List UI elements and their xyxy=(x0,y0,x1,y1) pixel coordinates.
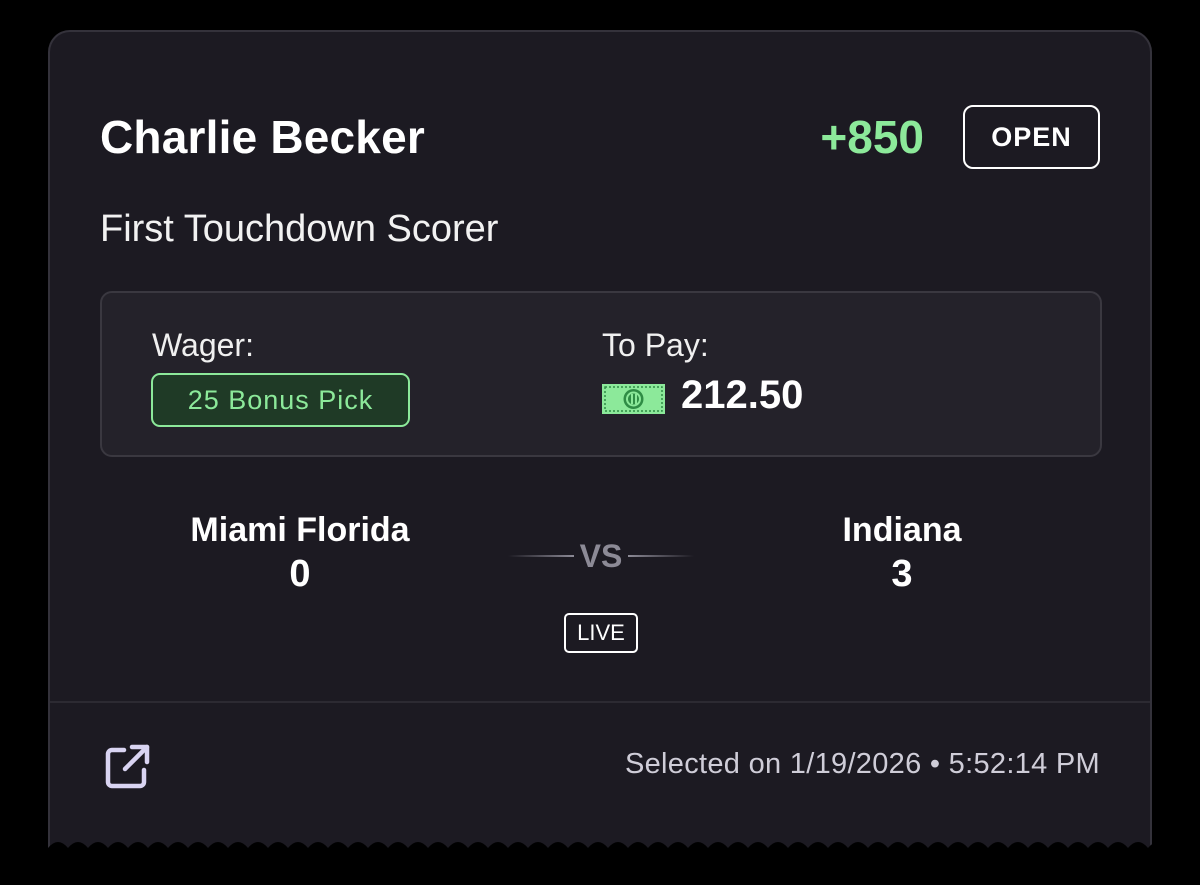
ticket-torn-edge xyxy=(48,842,1158,866)
home-team-name: Miami Florida xyxy=(190,511,410,549)
odds-value: +850 xyxy=(820,111,924,163)
selected-timestamp: Selected on 1/19/2026 • 5:52:14 PM xyxy=(624,748,1100,780)
market-title: First Touchdown Scorer xyxy=(100,208,499,250)
away-team-name: Indiana xyxy=(842,511,962,549)
footer-divider xyxy=(50,701,1150,703)
status-badge[interactable]: OPEN xyxy=(963,105,1100,169)
wager-value-badge: 25 Bonus Pick xyxy=(151,373,410,427)
bet-card[interactable]: Charlie Becker +850 OPEN First Touchdown… xyxy=(48,30,1152,860)
player-name: Charlie Becker xyxy=(100,111,425,163)
live-badge: LIVE xyxy=(564,613,638,653)
away-team-score: 3 xyxy=(891,553,913,595)
home-team: Miami Florida 0 xyxy=(140,510,460,598)
wager-label: Wager: xyxy=(152,327,254,363)
away-team: Indiana 3 xyxy=(742,510,1062,598)
to-pay-amount: 212.50 xyxy=(681,373,804,417)
versus-divider: VS xyxy=(508,536,694,576)
vs-label: VS xyxy=(579,538,623,574)
wager-summary: Wager: 25 Bonus Pick To Pay: 212.50 xyxy=(100,291,1102,457)
home-team-score: 0 xyxy=(289,553,311,595)
cash-icon xyxy=(602,384,665,414)
external-link-icon[interactable] xyxy=(102,742,152,792)
to-pay-label: To Pay: xyxy=(602,327,709,363)
vs-line-right xyxy=(628,555,694,557)
vs-line-left xyxy=(508,555,574,557)
